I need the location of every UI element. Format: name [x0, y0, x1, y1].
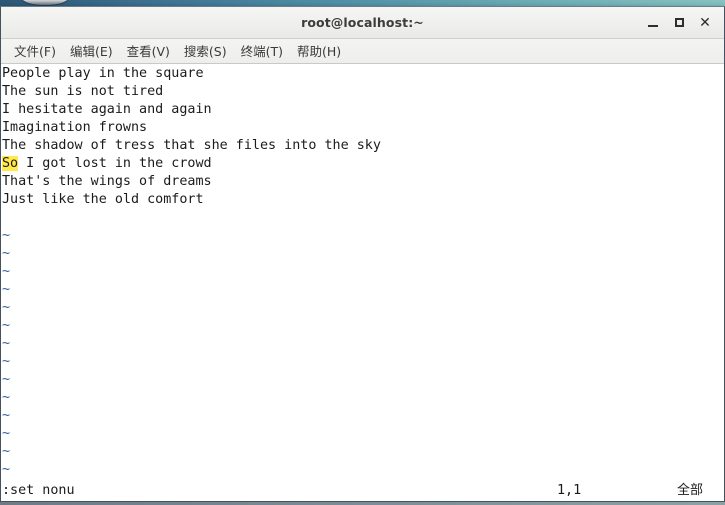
buffer-line-remainder: I got lost in the crowd — [18, 156, 212, 171]
empty-line-marker: ~ — [2, 462, 11, 477]
buffer-line: The sun is not tired — [2, 84, 164, 99]
maximize-button[interactable] — [666, 10, 692, 36]
buffer-line: Just like the old comfort — [2, 192, 204, 207]
empty-line-spacer — [1, 209, 724, 227]
vim-scroll-indicator: 全部 — [677, 483, 704, 498]
search-match-highlight: So — [2, 156, 19, 171]
empty-line-marker: ~ — [2, 408, 11, 423]
empty-line-marker: ~ — [2, 282, 11, 297]
window-controls: ✕ — [640, 7, 718, 38]
empty-line-marker: ~ — [2, 336, 11, 351]
maximize-icon — [674, 18, 684, 27]
empty-line-marker: ~ — [2, 354, 11, 369]
buffer-line: Imagination frowns — [2, 120, 148, 135]
close-icon: ✕ — [699, 14, 711, 31]
minimize-icon — [648, 25, 658, 27]
menu-item-view[interactable]: 查看(V) — [120, 39, 177, 63]
vim-statusline: :set nonu 1,1 全部 — [1, 481, 724, 501]
empty-line-marker: ~ — [2, 444, 11, 459]
empty-line-marker: ~ — [2, 228, 11, 243]
close-button[interactable]: ✕ — [692, 10, 718, 36]
menu-item-help[interactable]: 帮助(H) — [290, 39, 348, 63]
menu-item-terminal[interactable]: 终端(T) — [234, 39, 290, 63]
terminal-window: root@localhost:~ ✕ 文件(F) 编辑(E) 查看(V) 搜索(… — [0, 6, 725, 502]
empty-line-marker: ~ — [2, 300, 11, 315]
terminal-screen[interactable]: People play in the square The sun is not… — [1, 64, 724, 501]
empty-line-marker: ~ — [2, 318, 11, 333]
menu-item-edit[interactable]: 编辑(E) — [63, 39, 120, 63]
empty-line-marker: ~ — [2, 264, 11, 279]
desktop-icon[interactable] — [22, 0, 68, 5]
menu-item-file[interactable]: 文件(F) — [7, 39, 63, 63]
buffer-line-highlighted: So I got lost in the crowd — [1, 155, 724, 173]
buffer-line: The shadow of tress that she files into … — [2, 138, 381, 153]
buffer-line: I hesitate again and again — [2, 102, 212, 117]
buffer-line: That's the wings of dreams — [2, 174, 212, 189]
window-title: root@localhost:~ — [301, 15, 424, 30]
empty-line-marker: ~ — [2, 426, 11, 441]
screen: root@localhost:~ ✕ 文件(F) 编辑(E) 查看(V) 搜索(… — [0, 0, 725, 505]
minimize-button[interactable] — [640, 10, 666, 36]
vim-buffer[interactable]: People play in the square The sun is not… — [1, 64, 724, 501]
empty-line-marker: ~ — [2, 390, 11, 405]
empty-line-marker: ~ — [2, 372, 11, 387]
window-titlebar[interactable]: root@localhost:~ ✕ — [1, 7, 724, 39]
menubar: 文件(F) 编辑(E) 查看(V) 搜索(S) 终端(T) 帮助(H) — [1, 39, 724, 64]
vim-command-line: :set nonu — [2, 483, 75, 498]
buffer-line: People play in the square — [2, 66, 204, 81]
empty-line-marker: ~ — [2, 246, 11, 261]
vim-cursor-position: 1,1 — [557, 483, 582, 498]
menu-item-search[interactable]: 搜索(S) — [177, 39, 234, 63]
